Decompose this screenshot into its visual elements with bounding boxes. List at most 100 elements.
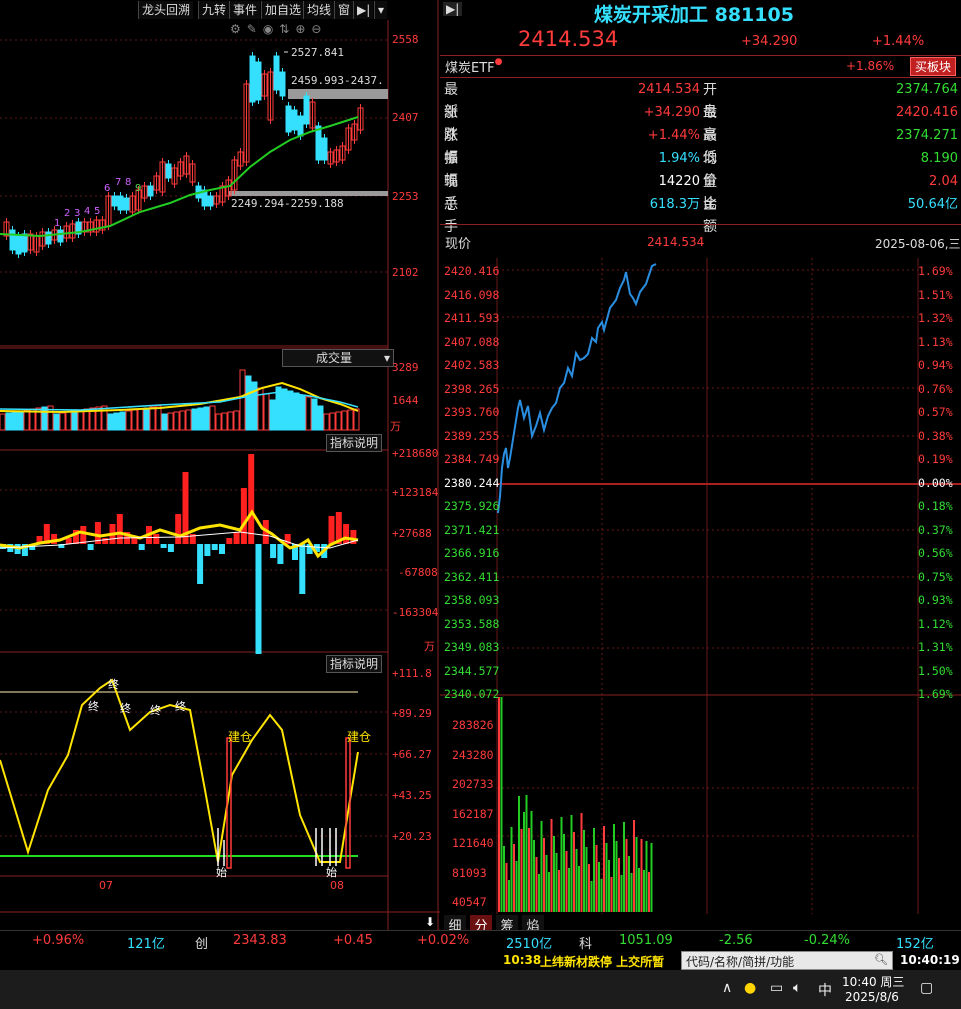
notification-icon[interactable]: ▢ bbox=[920, 980, 933, 996]
kline-axis-label: 2407 bbox=[392, 111, 419, 124]
news-headline[interactable]: 上纬新材跌停 上交所暂 bbox=[540, 953, 680, 970]
high-price-label: 2527.841 bbox=[291, 46, 344, 59]
app-tray-icon[interactable]: ● bbox=[744, 980, 756, 996]
volume-bar bbox=[107, 413, 114, 431]
indicator-bar bbox=[248, 454, 255, 544]
tab-minute[interactable]: 分 bbox=[470, 915, 492, 934]
intraday-volume-bar bbox=[633, 820, 635, 912]
volume-bar bbox=[143, 407, 150, 431]
intraday-pct-axis-label: 1.12% bbox=[918, 616, 953, 631]
intraday-date: 2025-08-06,三 bbox=[875, 237, 961, 251]
quote-value: +34.290 bbox=[643, 105, 700, 120]
news-time: 10:38 bbox=[503, 953, 542, 967]
candle-body bbox=[147, 185, 154, 197]
volume-bar bbox=[149, 406, 156, 431]
volume-bar bbox=[71, 410, 78, 431]
candle-body bbox=[315, 125, 322, 161]
volume-bar bbox=[203, 406, 210, 431]
intraday-price-axis-label: 2380.244 bbox=[444, 475, 500, 490]
intraday-price-axis-label: 2358.093 bbox=[444, 593, 500, 607]
nine-turn-count: 5 bbox=[94, 206, 101, 217]
network-icon[interactable]: ▭ bbox=[770, 980, 783, 996]
top-signal-label: 终 bbox=[175, 700, 186, 713]
volume-bar bbox=[215, 413, 222, 431]
intraday-volume-bar bbox=[505, 863, 508, 912]
etf-name: 煤炭ETF bbox=[445, 61, 495, 76]
volume-bar bbox=[65, 411, 72, 431]
candle-body bbox=[279, 71, 286, 97]
candle-body bbox=[285, 105, 292, 133]
nine-turn-count: 4 bbox=[84, 206, 91, 217]
indicator2-help-button[interactable]: 指标说明 bbox=[326, 655, 383, 673]
volume-icon[interactable]: 🔈︎ bbox=[793, 980, 801, 996]
intraday-volume-bar bbox=[605, 843, 608, 912]
support-label: 2249.294-2259.188 bbox=[231, 197, 344, 210]
intraday-volume-bar bbox=[603, 826, 605, 912]
kline-axis-label: 2558 bbox=[392, 33, 419, 46]
volume-bar bbox=[77, 409, 84, 431]
intraday-price-axis-label: 2353.588 bbox=[444, 616, 500, 631]
etf-change: +1.86% bbox=[846, 59, 895, 73]
intraday-price-axis-label: 2389.255 bbox=[444, 428, 500, 443]
candle-body bbox=[249, 55, 256, 103]
intraday-price-axis-label: 2402.583 bbox=[444, 358, 500, 372]
quote-label: 振幅 bbox=[444, 151, 458, 189]
intraday-volume-bar bbox=[580, 813, 583, 912]
indicator1-help-button[interactable]: 指标说明 bbox=[326, 434, 383, 452]
intraday-volume-bar bbox=[503, 846, 505, 912]
nine-turn-count: 7 bbox=[115, 177, 122, 188]
quote-value: 2374.271 bbox=[895, 128, 958, 143]
volume-bar bbox=[23, 409, 30, 431]
taskbar-date[interactable]: 2025/8/6 bbox=[845, 990, 899, 1004]
intraday-volume-bar bbox=[590, 881, 593, 912]
candle-body bbox=[291, 109, 298, 131]
indicator-bar bbox=[167, 544, 174, 552]
intraday-volume-bar bbox=[520, 829, 523, 912]
indicator-bar bbox=[116, 514, 123, 544]
intraday-volume-bar bbox=[578, 866, 580, 912]
tab-detail[interactable]: 细 bbox=[444, 915, 466, 934]
download-icon[interactable]: ⬇ bbox=[425, 915, 435, 929]
etf-link[interactable]: 煤炭ETF● bbox=[445, 57, 503, 76]
intraday-volume-bar bbox=[548, 872, 550, 912]
volume-bar bbox=[233, 410, 240, 431]
intraday-pct-axis-label: 0.94% bbox=[918, 358, 953, 372]
quote-label: 现手 bbox=[444, 174, 458, 212]
intraday-volume-bar bbox=[560, 817, 563, 912]
quote-label: 涨幅 bbox=[444, 128, 458, 166]
tab-flame[interactable]: 焰 bbox=[522, 915, 544, 934]
intraday-pct-axis-label: 1.13% bbox=[918, 334, 953, 349]
intraday-volume-bar bbox=[628, 856, 630, 912]
quote-value: 2414.534 bbox=[637, 82, 700, 97]
intraday-volume-axis-label: 283826 bbox=[452, 718, 494, 732]
ime-indicator[interactable]: 中 bbox=[818, 980, 832, 1000]
intraday-volume-bar bbox=[508, 880, 510, 912]
intraday-price-axis-label: 2366.916 bbox=[444, 546, 500, 560]
intraday-volume-bar bbox=[623, 822, 625, 912]
volume-selector[interactable]: 成交量 ▾ bbox=[282, 349, 394, 367]
intraday-price-axis-label: 2393.760 bbox=[444, 405, 500, 419]
collapse-panel-icon[interactable]: ▶| bbox=[443, 2, 463, 16]
indicator-bar bbox=[328, 516, 335, 544]
buy-sector-button[interactable]: 买板块 bbox=[910, 57, 957, 76]
intraday-volume-bar bbox=[648, 872, 650, 912]
search-icon[interactable]: 🔍︎ bbox=[874, 953, 888, 966]
volume-bar bbox=[293, 392, 300, 431]
indicator-bar bbox=[138, 544, 145, 550]
quote-value: 2374.764 bbox=[895, 82, 958, 97]
indicator-bar bbox=[80, 526, 87, 544]
tab-chips[interactable]: 筹 bbox=[496, 915, 518, 934]
volume-bar bbox=[323, 413, 330, 431]
volume-unit: 万 bbox=[390, 420, 401, 433]
volume-bar bbox=[269, 399, 276, 431]
taskbar-time[interactable]: 10:40 周三 bbox=[842, 973, 904, 990]
dot-icon: ● bbox=[494, 57, 503, 67]
candle-body bbox=[9, 229, 16, 251]
intraday-pct-axis-label: 0.18% bbox=[918, 499, 953, 513]
indicator-bar bbox=[153, 534, 160, 544]
chevron-up-icon[interactable]: ∧ bbox=[722, 980, 732, 996]
search-input[interactable]: 代码/名称/简拼/功能 🔍︎ bbox=[681, 951, 893, 970]
index-status-bar: +0.96% 121亿创 2343.83 +0.45 +0.02% 2510亿科 1051.… bbox=[0, 930, 961, 952]
intraday-price-axis-label: 2371.421 bbox=[444, 522, 500, 537]
intraday-volume-bar bbox=[500, 697, 503, 912]
